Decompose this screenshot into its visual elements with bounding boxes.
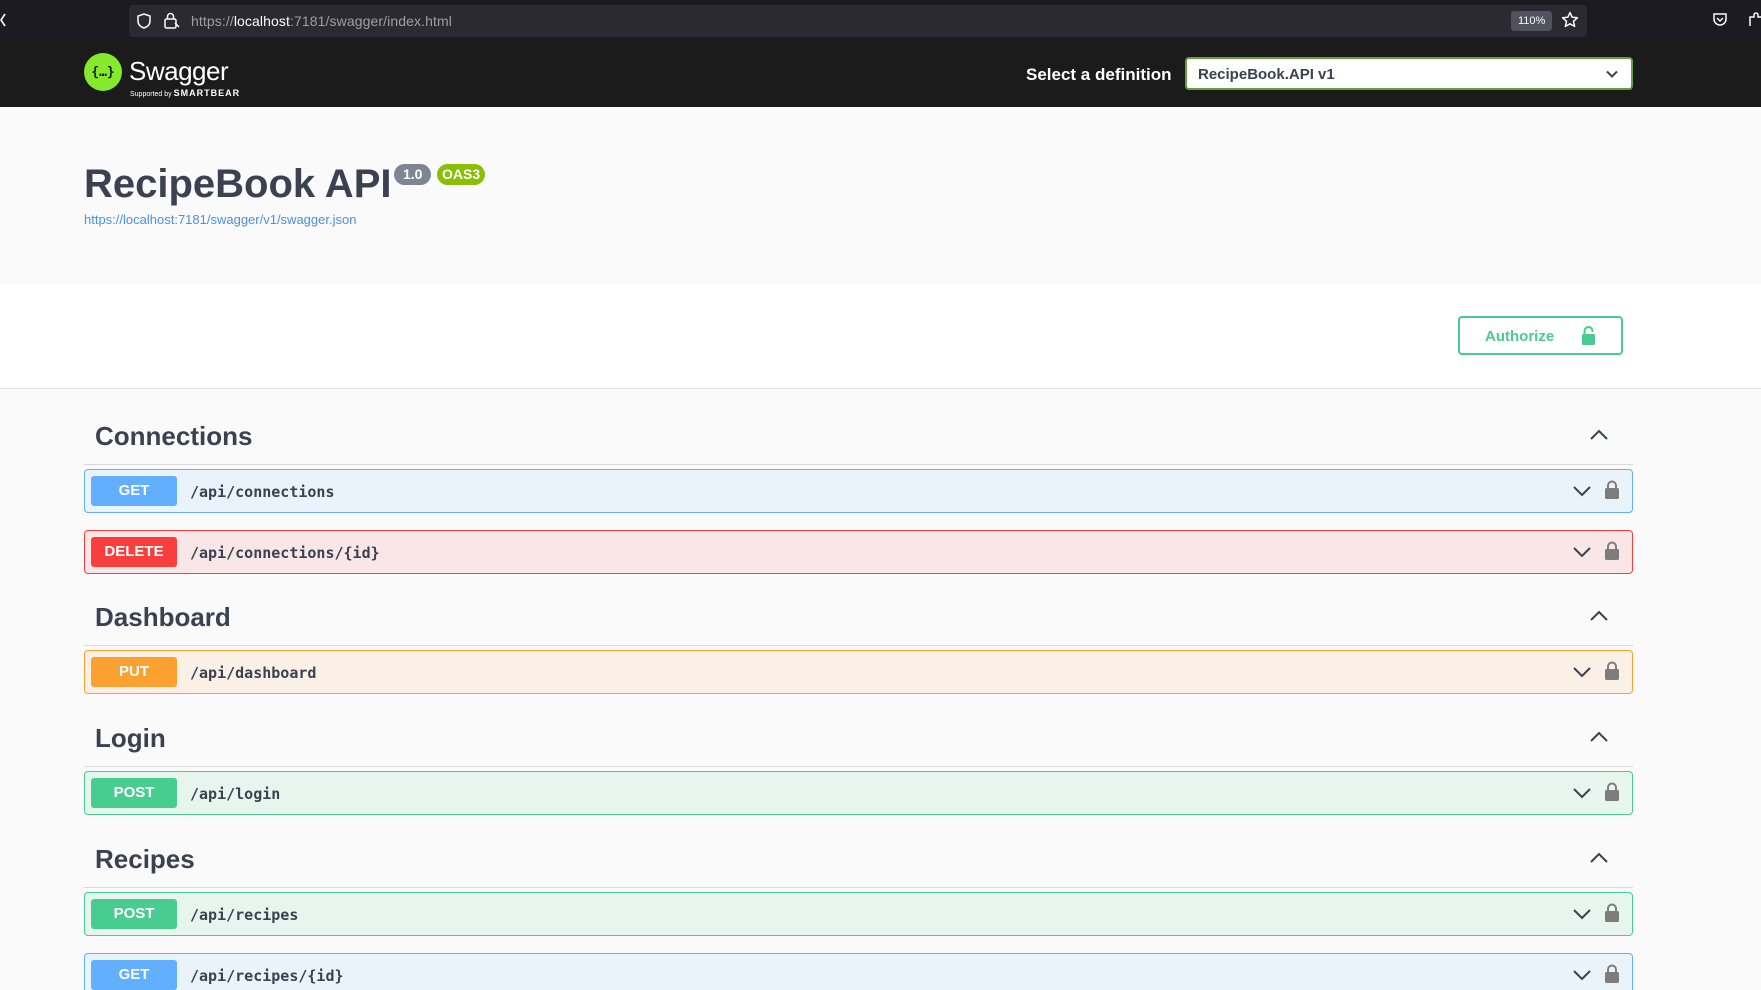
address-bar[interactable]: https://localhost:7181/swagger/index.htm… — [129, 5, 1587, 37]
operation-path: /api/connections — [190, 483, 335, 501]
lock-icon[interactable] — [1604, 480, 1620, 500]
authorize-label: Authorize — [1485, 328, 1555, 345]
method-badge: PUT — [91, 657, 177, 687]
operation-post-recipes[interactable]: POST /api/recipes — [84, 892, 1633, 936]
operation-path: /api/recipes/{id} — [190, 967, 344, 985]
method-badge: POST — [91, 778, 177, 808]
operation-path: /api/connections/{id} — [190, 544, 380, 562]
swagger-logo-icon[interactable]: {…} — [84, 53, 122, 91]
operation-get-connections[interactable]: GET /api/connections — [84, 469, 1633, 513]
url-scheme: https:// — [191, 13, 234, 29]
tag-title: Login — [95, 723, 166, 753]
operation-path: /api/login — [190, 785, 281, 803]
tag-title: Dashboard — [95, 602, 231, 632]
chevron-down-icon[interactable] — [1572, 907, 1592, 921]
chevron-down-icon[interactable] — [1572, 545, 1592, 559]
api-info-section: RecipeBook API 1.0 OAS3 https://localhos… — [0, 107, 1761, 284]
version-badge: 1.0 — [394, 164, 432, 185]
unlocked-icon — [1582, 326, 1595, 345]
tag-title: Recipes — [95, 844, 195, 874]
operation-get-recipe-by-id[interactable]: GET /api/recipes/{id} — [84, 953, 1633, 990]
chevron-down-icon[interactable] — [1572, 484, 1592, 498]
shield-icon[interactable] — [137, 13, 151, 29]
zoom-level-badge[interactable]: 110% — [1511, 11, 1553, 31]
lock-icon[interactable] — [1604, 903, 1620, 923]
lock-icon[interactable] — [1604, 782, 1620, 802]
chevron-down-icon[interactable] — [1572, 786, 1592, 800]
operation-post-login[interactable]: POST /api/login — [84, 771, 1633, 815]
swagger-logo-glyph: {…} — [91, 64, 115, 80]
tag-dashboard[interactable]: Dashboard — [84, 570, 1633, 646]
swagger-topbar: {…} Swagger Supported by SMARTBEAR Select… — [0, 42, 1761, 107]
chevron-down-icon[interactable] — [1572, 665, 1592, 679]
definition-label: Select a definition — [1026, 65, 1172, 84]
tagline-brand: SMARTBEAR — [173, 88, 241, 98]
swagger-logo-text: Swagger — [129, 56, 229, 86]
authorize-button[interactable]: Authorize — [1458, 316, 1623, 355]
tag-connections[interactable]: Connections — [84, 389, 1633, 465]
lock-icon[interactable] — [164, 12, 180, 30]
spec-json-link[interactable]: https://localhost:7181/swagger/v1/swagge… — [84, 212, 356, 227]
url-path: :7181/swagger/index.html — [289, 13, 452, 29]
tag-recipes[interactable]: Recipes — [84, 812, 1633, 888]
operation-delete-connection[interactable]: DELETE /api/connections/{id} — [84, 530, 1633, 574]
chevron-up-icon[interactable] — [1589, 609, 1609, 623]
operation-put-dashboard[interactable]: PUT /api/dashboard — [84, 650, 1633, 694]
url-host: localhost — [233, 13, 290, 29]
url-text: https://localhost:7181/swagger/index.htm… — [191, 13, 452, 29]
lock-icon[interactable] — [1604, 541, 1620, 561]
chevron-down-icon[interactable] — [1572, 968, 1592, 982]
chevron-up-icon[interactable] — [1589, 851, 1609, 865]
back-arrow-icon[interactable] — [0, 13, 6, 27]
lock-icon[interactable] — [1604, 964, 1620, 984]
browser-toolbar: https://localhost:7181/swagger/index.htm… — [0, 0, 1761, 42]
lock-icon[interactable] — [1604, 661, 1620, 681]
method-badge: GET — [91, 960, 177, 990]
operation-path: /api/dashboard — [190, 664, 317, 682]
extensions-icon[interactable] — [1748, 12, 1761, 28]
method-badge: DELETE — [91, 537, 177, 567]
method-badge: POST — [91, 899, 177, 929]
oas-badge: OAS3 — [437, 164, 486, 185]
operations-list: Connections GET /api/connections DELETE … — [0, 389, 1761, 990]
smartbear-tagline: Supported by SMARTBEAR — [130, 88, 240, 98]
chevron-down-icon — [1606, 70, 1618, 78]
chevron-up-icon[interactable] — [1589, 428, 1609, 442]
tag-login[interactable]: Login — [84, 691, 1633, 767]
scheme-container: Authorize — [0, 284, 1761, 389]
tag-title: Connections — [95, 421, 253, 451]
pocket-icon[interactable] — [1712, 12, 1728, 28]
definition-select[interactable]: RecipeBook.API v1 — [1185, 57, 1633, 90]
method-badge: GET — [91, 476, 177, 506]
page-title: RecipeBook API — [84, 162, 392, 206]
star-icon[interactable] — [1561, 11, 1579, 29]
chevron-up-icon[interactable] — [1589, 730, 1609, 744]
tagline-supported: Supported by — [130, 91, 172, 98]
definition-selected-value: RecipeBook.API v1 — [1198, 66, 1335, 83]
operation-path: /api/recipes — [190, 906, 299, 924]
